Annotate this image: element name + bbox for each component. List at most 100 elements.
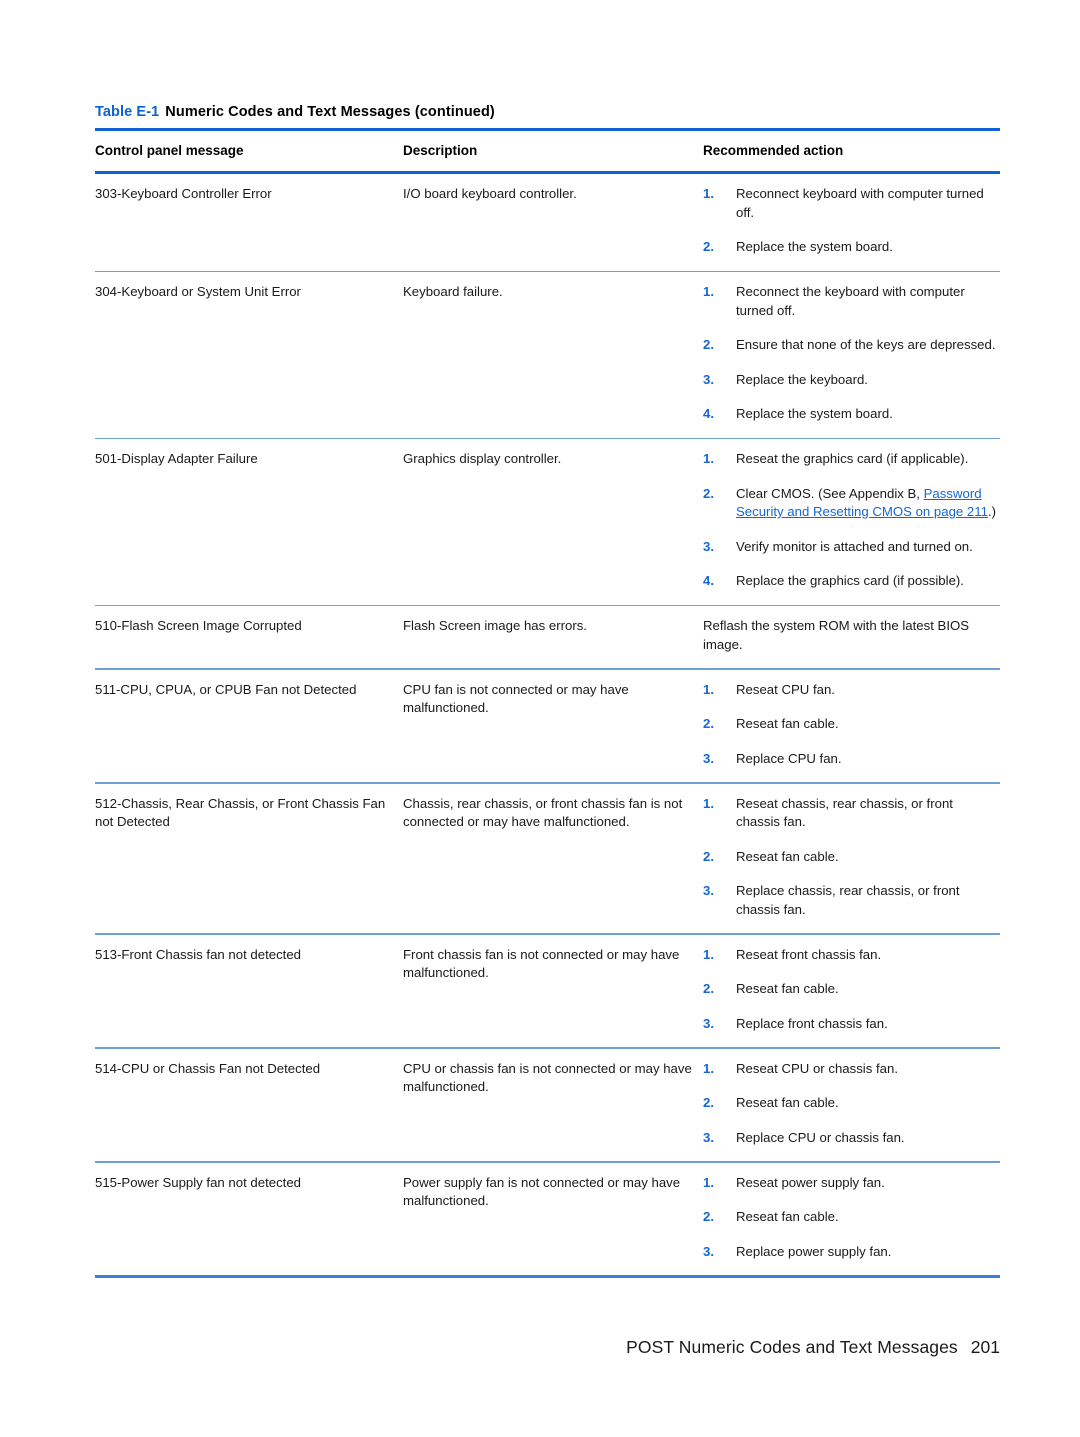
table-header-row: Control panel message Description Recomm… <box>95 131 1000 171</box>
action-list-item: 3. Replace chassis, rear chassis, or fron… <box>703 882 1000 919</box>
action-text: Replace the keyboard. <box>736 371 868 387</box>
table-bottom-rule <box>95 1275 1000 1278</box>
action-list-marker: 1. <box>703 284 714 299</box>
action-text: Clear CMOS. (See Appendix B, Password Se… <box>736 485 996 520</box>
action-text: Replace CPU or chassis fan. <box>736 1129 905 1145</box>
cell-recommended-action: 1. Reconnect the keyboard with computer t… <box>703 283 1000 424</box>
action-list-item: 1. Reseat power supply fan. <box>703 1174 1000 1193</box>
action-list-marker: 2. <box>703 337 714 352</box>
action-list-item: 2. Reseat fan cable. <box>703 715 1000 734</box>
action-list-item: 2. Reseat fan cable. <box>703 848 1000 867</box>
footer-page-number: 201 <box>970 1337 1000 1357</box>
cell-description: Front chassis fan is not connected or ma… <box>403 946 680 981</box>
column-header-recommended-action: Recommended action <box>703 143 844 158</box>
cell-description: Keyboard failure. <box>403 284 503 299</box>
action-list-marker: 3. <box>703 750 714 766</box>
cell-control-panel-message: 303-Keyboard Controller Error <box>95 186 272 201</box>
cell-control-panel-message: 511-CPU, CPUA, or CPUB Fan not Detected <box>95 681 357 697</box>
action-list-marker: 2. <box>703 848 714 864</box>
action-text: Reseat fan cable. <box>736 848 839 864</box>
action-list-item: 3. Replace CPU fan. <box>703 750 1000 769</box>
action-list-marker: 2. <box>703 1095 714 1110</box>
action-list-marker: 2. <box>703 1209 714 1224</box>
action-text: Reseat chassis, rear chassis, or front c… <box>736 795 953 830</box>
action-text: Reseat fan cable. <box>736 981 839 996</box>
action-list: 1. Reseat the graphics card (if applicabl… <box>703 450 1000 591</box>
action-text: Reseat fan cable. <box>736 1095 839 1110</box>
cell-control-panel-message: 514-CPU or Chassis Fan not Detected <box>95 1060 321 1076</box>
action-text: Ensure that none of the keys are depress… <box>736 337 996 352</box>
action-list-marker: 1. <box>703 186 714 201</box>
cell-description: I/O board keyboard controller. <box>403 186 577 201</box>
action-text: Reconnect the keyboard with computer tur… <box>736 284 965 318</box>
action-list-item: 2. Reseat fan cable. <box>703 1094 1000 1113</box>
page-footer: POST Numeric Codes and Text Messages 201 <box>0 1336 1000 1358</box>
action-list-marker: 1. <box>703 795 714 811</box>
action-list: 1. Reseat CPU fan. 2. Reseat fan cable. 3. Re… <box>703 681 1000 769</box>
action-text: Replace the graphics card (if possible). <box>736 573 964 588</box>
column-header-control-panel-message: Control panel message <box>95 143 244 158</box>
action-text: Reflash the system ROM with the latest B… <box>703 618 970 652</box>
action-list-marker: 1. <box>703 1060 714 1076</box>
action-list-item: 1. Reseat the graphics card (if applicabl… <box>703 450 1000 469</box>
footer-section-title: POST Numeric Codes and Text Messages <box>626 1337 958 1357</box>
cell-recommended-action: 1. Reseat power supply fan. 2. Reseat fan c… <box>703 1174 1000 1262</box>
table-row: 515-Power Supply fan not detected Power s… <box>95 1163 1000 1276</box>
action-list-item: 2. Reseat fan cable. <box>703 1208 1000 1227</box>
action-text: Replace front chassis fan. <box>736 1015 888 1031</box>
action-list-marker: 3. <box>703 1243 714 1259</box>
action-list-marker: 3. <box>703 1129 714 1145</box>
action-text: Reseat CPU fan. <box>736 681 835 697</box>
table-row: 511-CPU, CPUA, or CPUB Fan not Detected C… <box>95 670 1000 783</box>
action-list-marker: 1. <box>703 681 714 697</box>
cell-description: Flash Screen image has errors. <box>403 618 587 633</box>
cell-recommended-action: 1. Reseat chassis, rear chassis, or front… <box>703 795 1000 920</box>
action-list-marker: 2. <box>703 981 714 996</box>
action-list-item: 4. Replace the system board. <box>703 405 1000 424</box>
action-list: 1. Reseat front chassis fan. 2. Reseat fan … <box>703 946 1000 1034</box>
cell-description: CPU or chassis fan is not connected or m… <box>403 1060 692 1095</box>
table-row: 501-Display Adapter Failure Graphics disp… <box>95 439 1000 605</box>
action-list: 1. Reseat CPU or chassis fan. 2. Reseat fan… <box>703 1060 1000 1148</box>
action-list-marker: 2. <box>703 716 714 731</box>
cell-recommended-action: 1. Reseat the graphics card (if applicabl… <box>703 450 1000 591</box>
action-text: Reseat fan cable. <box>736 1209 839 1224</box>
action-text: Reseat front chassis fan. <box>736 946 882 962</box>
action-text: Reseat the graphics card (if applicable)… <box>736 451 969 466</box>
action-list-marker: 3. <box>703 1015 714 1031</box>
cell-recommended-action: Reflash the system ROM with the latest B… <box>703 617 1000 654</box>
action-list-marker: 1. <box>703 1174 714 1190</box>
cross-reference-link[interactable]: Password Security and Resetting CMOS on … <box>736 486 988 520</box>
table-caption-title: Numeric Codes and Text Messages (continu… <box>165 104 495 120</box>
table-caption: Table E-1 Numeric Codes and Text Messages… <box>95 103 1000 121</box>
table-row: 513-Front Chassis fan not detected Front … <box>95 935 1000 1048</box>
document-page: Table E-1 Numeric Codes and Text Messages… <box>0 0 1080 1437</box>
cell-recommended-action: 1. Reseat front chassis fan. 2. Reseat fan … <box>703 946 1000 1034</box>
action-list-item: 1. Reconnect keyboard with computer turne… <box>703 185 1000 222</box>
action-list: 1. Reconnect keyboard with computer turne… <box>703 185 1000 257</box>
action-text: Reseat CPU or chassis fan. <box>736 1060 898 1076</box>
cell-description: Chassis, rear chassis, or front chassis … <box>403 795 683 830</box>
action-list-item: 1. Reseat CPU fan. <box>703 681 1000 700</box>
cell-recommended-action: 1. Reseat CPU or chassis fan. 2. Reseat fan… <box>703 1060 1000 1148</box>
table-body: 303-Keyboard Controller Error I/O board k… <box>95 174 1000 1275</box>
cell-recommended-action: 1. Reconnect keyboard with computer turne… <box>703 185 1000 257</box>
action-list-marker: 4. <box>703 406 714 421</box>
action-text: Replace the system board. <box>736 406 893 421</box>
action-text: Verify monitor is attached and turned on… <box>736 538 973 554</box>
cell-description: CPU fan is not connected or may have mal… <box>403 681 629 716</box>
action-list-marker: 2. <box>703 485 714 501</box>
action-text: Replace power supply fan. <box>736 1243 892 1259</box>
action-list-item: 2. Reseat fan cable. <box>703 980 1000 999</box>
action-text: Reseat power supply fan. <box>736 1174 885 1190</box>
cell-control-panel-message: 501-Display Adapter Failure <box>95 451 258 466</box>
action-list-marker: 4. <box>703 573 714 588</box>
cell-recommended-action: 1. Reseat CPU fan. 2. Reseat fan cable. 3. Re… <box>703 681 1000 769</box>
action-list-marker: 1. <box>703 946 714 962</box>
column-header-description: Description <box>403 143 478 158</box>
table-row: 510-Flash Screen Image Corrupted Flash Sc… <box>95 606 1000 668</box>
action-text: Replace chassis, rear chassis, or front … <box>736 883 960 917</box>
action-text: Reconnect keyboard with computer turned … <box>736 186 984 220</box>
cell-control-panel-message: 513-Front Chassis fan not detected <box>95 946 301 962</box>
action-list-item: 1. Reseat chassis, rear chassis, or front… <box>703 795 1000 832</box>
